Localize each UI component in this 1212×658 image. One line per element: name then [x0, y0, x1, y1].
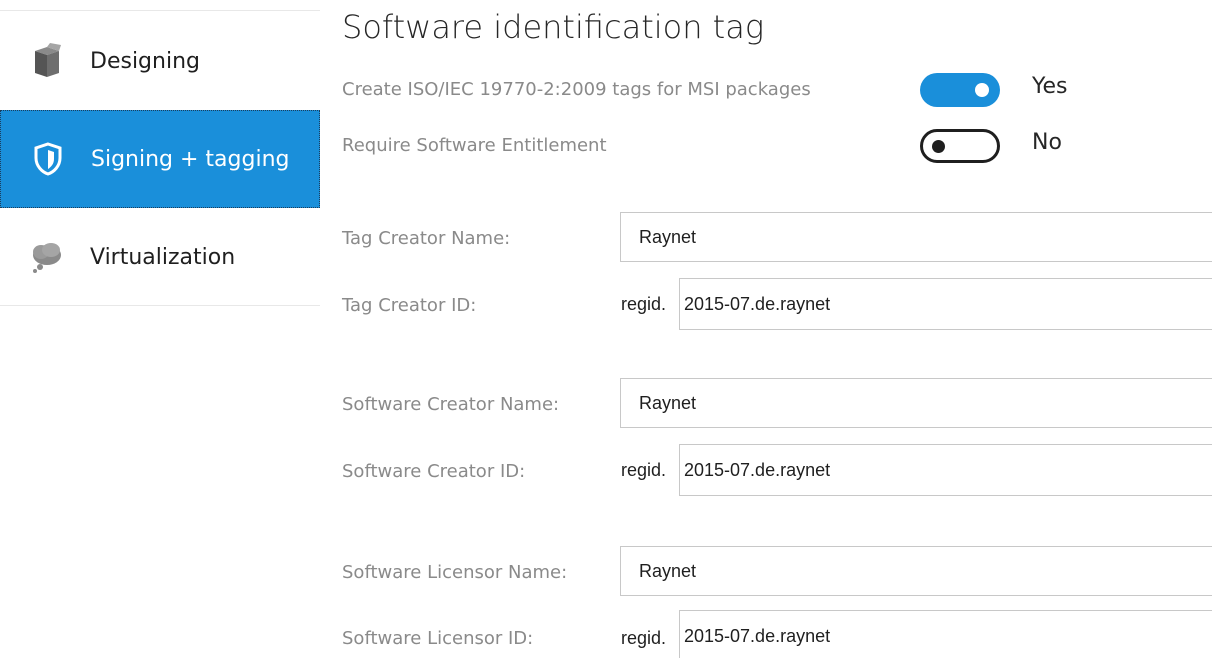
main-panel: Software identification tag Create ISO/I…	[342, 0, 1212, 658]
sidebar-divider-top	[0, 10, 320, 11]
sidebar-item-label: Virtualization	[90, 244, 236, 270]
iso-tags-label: Create ISO/IEC 19770-2:2009 tags for MSI…	[342, 79, 811, 100]
shield-icon	[31, 142, 65, 176]
sidebar-divider-bottom	[0, 305, 320, 306]
iso-tags-state: Yes	[1032, 74, 1068, 99]
regid-prefix: regid.	[621, 628, 667, 648]
app-window: Designing Signing + tagging Virtualizati…	[0, 0, 1212, 658]
regid-prefix: regid.	[621, 460, 667, 480]
software-licensor-name-label: Software Licensor Name:	[342, 562, 568, 583]
software-creator-id-label: Software Creator ID:	[342, 461, 526, 482]
software-licensor-id-field[interactable]: 2015-07.de.raynet	[679, 610, 1212, 658]
toggle-knob	[975, 83, 989, 97]
software-licensor-name-field[interactable]: Raynet	[620, 546, 1212, 596]
software-creator-name-label: Software Creator Name:	[342, 394, 560, 415]
sidebar-item-label: Signing + tagging	[91, 146, 290, 172]
tag-creator-id-field[interactable]: 2015-07.de.raynet	[679, 278, 1212, 330]
entitlement-label: Require Software Entitlement	[342, 135, 607, 156]
tag-creator-id-label: Tag Creator ID:	[342, 295, 477, 316]
tag-creator-name-field[interactable]: Raynet	[620, 212, 1212, 262]
software-creator-name-field[interactable]: Raynet	[620, 378, 1212, 428]
box-icon	[30, 43, 64, 78]
page-title: Software identification tag	[342, 8, 765, 46]
software-creator-id-field[interactable]: 2015-07.de.raynet	[679, 444, 1212, 496]
sidebar-item-virtualization[interactable]: Virtualization	[0, 208, 320, 306]
sidebar-item-label: Designing	[90, 48, 200, 74]
sidebar-item-designing[interactable]: Designing	[0, 12, 320, 110]
cloud-icon	[30, 240, 64, 274]
tag-creator-name-label: Tag Creator Name:	[342, 228, 511, 249]
toggle-knob	[932, 140, 945, 153]
iso-tags-toggle[interactable]	[920, 73, 1000, 107]
entitlement-toggle[interactable]	[920, 129, 1000, 163]
entitlement-state: No	[1032, 130, 1062, 155]
regid-prefix: regid.	[621, 294, 667, 314]
software-licensor-id-label: Software Licensor ID:	[342, 628, 534, 649]
sidebar-item-signing-tagging[interactable]: Signing + tagging	[0, 110, 320, 208]
sidebar: Designing Signing + tagging Virtualizati…	[0, 0, 320, 658]
